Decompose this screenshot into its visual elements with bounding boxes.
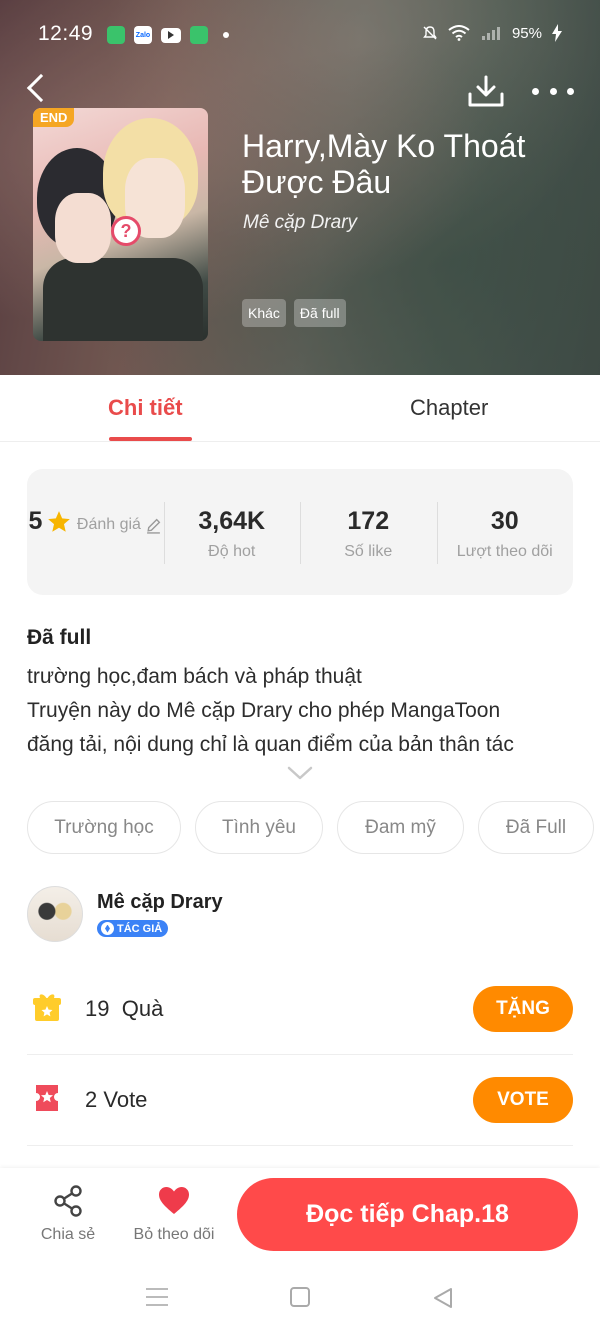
stat-followers: 30 Lượt theo dõi [436,469,574,595]
vote-button[interactable]: VOTE [473,1077,573,1123]
charging-icon [552,24,562,42]
continue-reading-button[interactable]: Đọc tiếp Chap.18 [237,1178,578,1251]
author-name: Mê cặp Drary [97,891,223,913]
tag-chip[interactable]: Khác [242,299,286,327]
notification-dot-icon [223,32,229,38]
share-label: Chia sẻ [40,1226,96,1243]
stat-value: 30 [490,507,519,535]
author-avatar[interactable] [27,886,83,942]
manga-title: Harry,Mày Ko Thoát Được Đâu [242,128,526,200]
youtube-icon [161,27,181,43]
completion-status: Đã full [27,626,92,649]
mute-icon [423,26,437,40]
question-mark-icon: ? [111,216,141,246]
status-app-icons: Zalo [107,26,229,44]
description-line: trường học,đam bách và pháp thuật [27,665,362,688]
author-badge: TÁC GIẢ [97,920,169,937]
stat-label: Số like [344,543,393,560]
end-badge: END [33,108,75,127]
download-icon [468,75,504,107]
unfollow-button[interactable]: Bỏ theo dõi [131,1184,217,1244]
stat-likes: 172 Số like [300,469,437,595]
gift-row: 19 Quà TẶNG [27,964,573,1055]
system-navigation-bar [0,1263,600,1333]
ticket-icon [36,1085,58,1111]
gift-count-text: 19 Quà [85,996,164,1021]
share-icon [54,1185,82,1217]
stats-panel: 5 Đánh giá 3,64K Độ hot 172 Số like 30 L… [27,469,573,595]
description-line: đăng tải, nội dung chỉ là quan điểm của … [27,733,514,756]
more-options-button[interactable] [532,80,574,102]
app-notification-icon [107,26,125,44]
tag-chip[interactable]: Đã full [293,299,346,327]
stat-hot: 3,64K Độ hot [163,469,301,595]
manga-header: 12:49 Zalo 95% ? END Harry,Mày Ko Thoát … [0,0,600,375]
genre-chips: Trường học Tình yêu Đam mỹ Đã Full [27,801,594,854]
chevron-down-icon[interactable] [287,766,313,780]
signal-icon [481,27,500,40]
back-button[interactable] [22,70,52,108]
heart-icon [159,1187,189,1214]
gift-icon [33,994,61,1021]
stat-value: 172 [347,507,390,535]
genre-chip[interactable]: Đam mỹ [337,801,464,854]
status-time: 12:49 [38,22,94,45]
tab-active-indicator [109,437,192,441]
pencil-icon [147,518,161,534]
manga-tags: Khác Đã full [242,299,346,327]
author-badge-label: TÁC GIẢ [117,922,163,935]
genre-chip[interactable]: Đã Full [478,801,594,854]
download-button[interactable] [466,74,506,110]
description-line: Truyện này do Mê cặp Drary cho phép Mang… [27,699,501,722]
manga-author: Mê cặp Drary [243,212,358,233]
recent-apps-button[interactable] [146,1288,168,1306]
vote-row: 2 Vote VOTE [27,1055,573,1146]
battery-saver-icon [190,26,208,44]
wifi-icon [448,25,470,41]
status-bar: 12:49 Zalo 95% [0,18,600,54]
description[interactable]: Đã full trường học,đam bách và pháp thuậ… [27,626,587,762]
stat-label: Lượt theo dõi [456,543,553,560]
more-dots-icon [532,87,539,95]
star-icon [48,510,71,532]
battery-percent: 95% [511,24,542,42]
zalo-icon: Zalo [134,26,152,44]
diamond-icon [101,922,114,935]
detail-tabs: Chi tiết Chapter [0,375,600,442]
tab-details[interactable]: Chi tiết [108,395,183,421]
stat-label: Đánh giá [76,516,141,533]
vote-count-text: 2 Vote [85,1087,148,1112]
stat-rating[interactable]: 5 Đánh giá [27,469,164,595]
author-card[interactable]: Mê cặp Drary TÁC GIẢ [27,886,573,946]
share-button[interactable]: Chia sẻ [38,1184,98,1244]
gift-button[interactable]: TẶNG [473,986,573,1032]
genre-chip[interactable]: Trường học [27,801,181,854]
stat-label: Độ hot [208,543,256,560]
stat-value: 3,64K [198,507,266,535]
unfollow-label: Bỏ theo dõi [133,1226,215,1243]
back-triangle-icon[interactable] [431,1286,455,1310]
status-right: 95% [422,24,562,42]
bottom-action-bar: Chia sẻ Bỏ theo dõi Đọc tiếp Chap.18 [0,1168,600,1263]
tab-chapter[interactable]: Chapter [410,395,488,421]
home-button[interactable] [290,1287,310,1307]
stat-value: 5 [28,507,43,535]
manga-cover: ? [33,108,208,341]
genre-chip[interactable]: Tình yêu [195,801,323,854]
